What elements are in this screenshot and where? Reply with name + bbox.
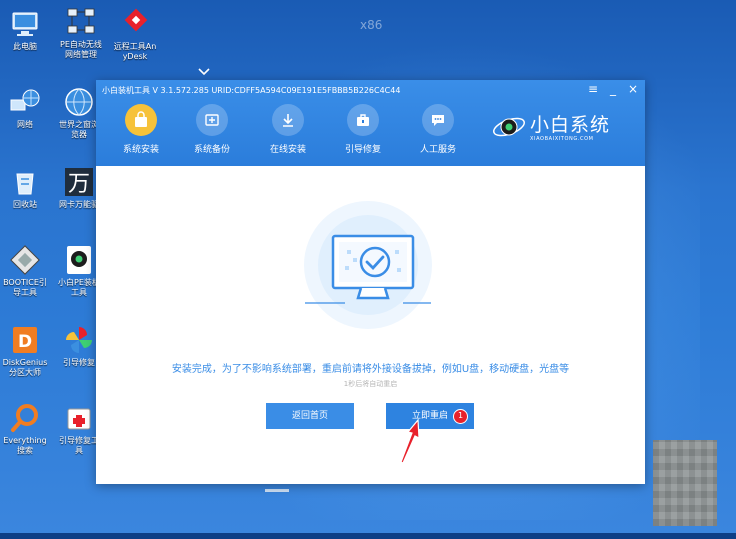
desktop-icon-label: Everything搜索 (3, 436, 47, 455)
desktop-dash (265, 489, 289, 492)
diskgenius-icon: D (13, 327, 37, 353)
tab-system-backup[interactable]: 系统备份 (182, 104, 242, 155)
backup-icon (196, 104, 228, 136)
xiaobai-icon (67, 246, 91, 274)
chat-icon (422, 104, 454, 136)
install-complete-message: 安装完成，为了不影响系统部署，重启前请将外接设备拔掉，例如U盘，移动硬盘，光盘等 (171, 364, 570, 375)
desktop-icon-label: 回收站 (13, 200, 37, 209)
window-title: 小白装机工具 V 3.1.572.285 URID:CDFF5A594C09E1… (102, 86, 401, 95)
install-complete-illustration (304, 201, 432, 329)
svg-text:D: D (18, 332, 32, 352)
desktop-icon-label: 远程工具AnyDesk (113, 42, 157, 61)
computer-icon (12, 12, 38, 36)
installer-window: 小白装机工具 V 3.1.572.285 URID:CDFF5A594C09E1… (96, 80, 645, 484)
magnifier-icon (11, 404, 38, 432)
brand-logo: 小白系统 XIAOBAIXITONG.COM (492, 108, 632, 148)
desktop-icon-label: 此电脑 (13, 42, 37, 51)
desktop-icon-label: PE自动无线网络管理 (60, 40, 102, 59)
tab-system-install[interactable]: 系统安装 (111, 104, 171, 155)
network-manager-icon (67, 8, 95, 34)
network-globe-icon (10, 89, 40, 111)
menu-button[interactable]: ≡ (587, 82, 599, 96)
desktop-icon-label: 网络 (17, 120, 33, 129)
desktop-icon-network[interactable]: 网络 (2, 86, 48, 130)
desktop-icon-label: BOOTICE引导工具 (3, 278, 47, 297)
desktop-icon-diskgenius[interactable]: D DiskGenius分区大师 (2, 324, 48, 378)
window-controls: ≡ _ × (587, 82, 639, 96)
toolbox-icon (347, 104, 379, 136)
bag-icon (125, 104, 157, 136)
pinwheel-icon (66, 327, 92, 353)
svg-text:万: 万 (68, 172, 90, 197)
tab-label: 人工服务 (419, 145, 456, 155)
blurred-qr-image (653, 440, 717, 526)
desktop-icon-label: DiskGenius分区大师 (2, 358, 48, 377)
xiaobai-logo-icon (493, 117, 525, 137)
taskbar (0, 533, 736, 539)
tab-label: 系统备份 (193, 145, 230, 155)
tab-online-install[interactable]: 在线安装 (258, 104, 318, 155)
window-header: 小白装机工具 V 3.1.572.285 URID:CDFF5A594C09E1… (96, 80, 645, 166)
globe-icon (65, 88, 93, 116)
minimize-button[interactable]: _ (607, 82, 619, 96)
desktop-icon-recycle-bin[interactable]: 回收站 (2, 166, 48, 210)
tab-label: 引导修复 (344, 145, 381, 155)
restart-countdown: 1秒后将自动重启 (343, 380, 398, 388)
wan-driver-icon: 万 (65, 168, 93, 197)
anydesk-icon (124, 8, 148, 32)
close-button[interactable]: × (627, 82, 639, 96)
tab-label: 在线安装 (269, 145, 306, 155)
desktop-icon-bootice[interactable]: BOOTICE引导工具 (2, 244, 48, 298)
download-icon (272, 104, 304, 136)
bootice-icon (10, 245, 40, 275)
tab-label: 系统安装 (122, 145, 159, 155)
pointer-arrow-icon (400, 418, 420, 464)
desktop-icon-everything[interactable]: Everything搜索 (2, 402, 48, 456)
step-badge: 1 (453, 409, 468, 424)
brand-subtitle: XIAOBAIXITONG.COM (530, 136, 594, 142)
tab-boot-repair[interactable]: 引导修复 (333, 104, 393, 155)
desktop-watermark: x86 (360, 18, 383, 32)
desktop-icon-anydesk[interactable]: 远程工具AnyDesk (112, 8, 158, 62)
chevron-down-icon (198, 68, 210, 76)
return-home-button[interactable]: 返回首页 (266, 403, 354, 429)
desktop-icon-pe-network[interactable]: PE自动无线网络管理 (58, 6, 104, 60)
first-aid-icon (67, 408, 91, 430)
brand-name: 小白系统 (530, 114, 611, 136)
tab-manual-service[interactable]: 人工服务 (408, 104, 468, 155)
desktop-icon-this-pc[interactable]: 此电脑 (2, 8, 48, 52)
recycle-bin-icon (16, 173, 34, 195)
